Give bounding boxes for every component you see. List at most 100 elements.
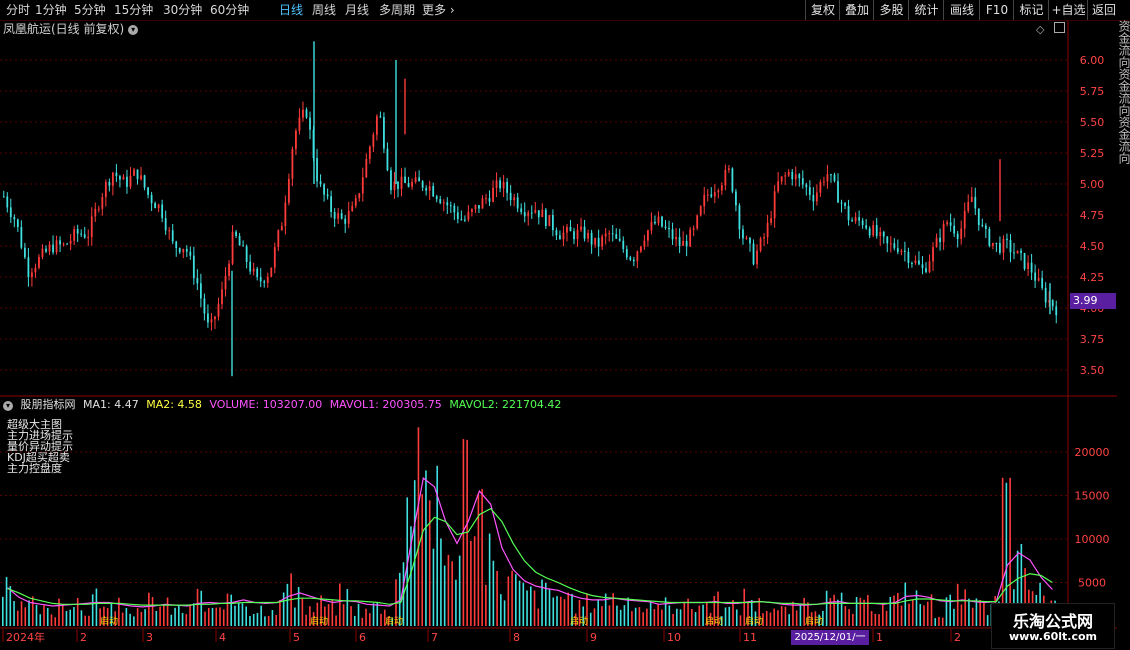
- signal-label: 启动: [805, 615, 823, 627]
- toolbar-button-2[interactable]: 多股: [873, 0, 909, 20]
- candle-body: [435, 196, 438, 200]
- toolbar-button-8[interactable]: 返回: [1087, 0, 1120, 20]
- mavol2-value: MAVOL2: 221704.42: [449, 398, 562, 411]
- candle-body: [41, 248, 44, 257]
- candle-body: [868, 228, 871, 236]
- period-9[interactable]: 多周期: [379, 0, 415, 20]
- more-periods-button[interactable]: 更多 ›: [422, 0, 455, 20]
- candle-body: [858, 217, 861, 221]
- period-1[interactable]: 1分钟: [35, 0, 67, 20]
- candle-body: [629, 257, 632, 260]
- volume-bar: [739, 615, 742, 626]
- window-toggle-icon[interactable]: [1053, 22, 1065, 33]
- candle-body: [914, 260, 917, 263]
- candle-body: [73, 229, 76, 241]
- candle-body: [284, 202, 287, 226]
- toolbar-button-3[interactable]: 统计: [908, 0, 944, 20]
- volume-bar: [634, 607, 637, 626]
- candle-body: [1055, 306, 1058, 316]
- candle-body: [217, 304, 220, 317]
- mavol1-value: MAVOL1: 200305.75: [329, 398, 442, 411]
- candle-body: [865, 225, 868, 229]
- candle-body: [235, 231, 237, 237]
- toolbar-button-7[interactable]: +自选: [1048, 0, 1088, 20]
- candle-body: [896, 248, 899, 252]
- volume-bar: [95, 588, 98, 626]
- candle-body: [925, 268, 927, 273]
- volume-bar: [335, 615, 337, 626]
- candle-body: [379, 116, 382, 118]
- candle-body: [453, 205, 456, 213]
- volume-bar: [900, 605, 903, 626]
- right-side-tabs[interactable]: 资金流向资金流向资金流向: [1117, 20, 1130, 650]
- candle-body: [879, 231, 882, 236]
- toolbar-button-4[interactable]: 画线: [943, 0, 980, 20]
- candle-body: [242, 245, 245, 247]
- candle-body: [830, 174, 832, 176]
- price-panel-title[interactable]: 凤凰航运(日线 前复权) ▾: [3, 21, 139, 37]
- period-6[interactable]: 日线: [279, 0, 303, 20]
- indicator-chevron-icon[interactable]: ▾: [3, 401, 13, 411]
- volume-bar: [271, 610, 274, 626]
- chevron-down-icon[interactable]: ▾: [128, 25, 139, 35]
- period-3[interactable]: 15分钟: [114, 0, 153, 20]
- candle-body: [995, 242, 998, 244]
- candle-body: [287, 178, 290, 203]
- candle-body: [34, 267, 37, 273]
- candle-body: [844, 203, 846, 207]
- toolbar-button-6[interactable]: 标记: [1013, 0, 1049, 20]
- candle-body: [703, 194, 706, 207]
- candle-body: [823, 181, 825, 183]
- period-7[interactable]: 周线: [312, 0, 336, 20]
- volume-bar: [530, 586, 532, 626]
- volume-bar: [477, 493, 480, 626]
- candle-body: [347, 211, 350, 224]
- volume-bar: [234, 605, 236, 626]
- signal-label: 启动: [310, 615, 328, 627]
- volume-bar: [503, 600, 506, 626]
- period-2[interactable]: 5分钟: [74, 0, 106, 20]
- toolbar-button-1[interactable]: 叠加: [839, 0, 874, 20]
- candle-body: [316, 157, 318, 182]
- diamond-icon[interactable]: ◇: [1036, 23, 1044, 36]
- candle-body: [502, 181, 505, 189]
- volume-bar: [35, 604, 38, 626]
- volume-bar: [515, 574, 517, 626]
- period-4[interactable]: 30分钟: [163, 0, 202, 20]
- volume-bar: [43, 605, 45, 626]
- volume-bar: [380, 613, 382, 626]
- price-tick-label: 5.25: [1080, 147, 1105, 160]
- period-8[interactable]: 月线: [345, 0, 369, 20]
- volume-bar: [649, 600, 652, 626]
- candle-body: [513, 197, 516, 201]
- volume-bar: [971, 607, 974, 626]
- candle-body: [101, 196, 104, 209]
- price-grid: [0, 20, 1117, 629]
- volume-bar: [604, 593, 607, 626]
- volume-bar: [852, 613, 854, 626]
- candle-body: [199, 283, 202, 299]
- date-label: 2: [80, 631, 87, 644]
- volume-bar: [267, 615, 270, 626]
- toolbar-button-5[interactable]: F10: [979, 0, 1014, 20]
- date-label: 1: [876, 631, 883, 644]
- candle-body: [682, 240, 685, 246]
- volume-bar: [342, 604, 345, 626]
- candle-body: [548, 215, 551, 227]
- volume-bar: [608, 605, 611, 626]
- candle-body: [756, 250, 758, 265]
- candle-body: [731, 168, 734, 192]
- volume-bar: [245, 606, 248, 626]
- period-5[interactable]: 60分钟: [210, 0, 249, 20]
- candle-body: [886, 236, 889, 244]
- candle-body: [745, 237, 748, 239]
- period-0[interactable]: 分时: [6, 0, 30, 20]
- candle-body: [551, 215, 554, 231]
- volume-bar: [470, 540, 472, 626]
- candle-body: [154, 203, 157, 209]
- candle-body: [52, 244, 54, 253]
- signal-label: 启动: [385, 615, 403, 627]
- volume-bar: [458, 555, 461, 626]
- toolbar-button-0[interactable]: 复权: [805, 0, 840, 20]
- candle-body: [984, 225, 987, 229]
